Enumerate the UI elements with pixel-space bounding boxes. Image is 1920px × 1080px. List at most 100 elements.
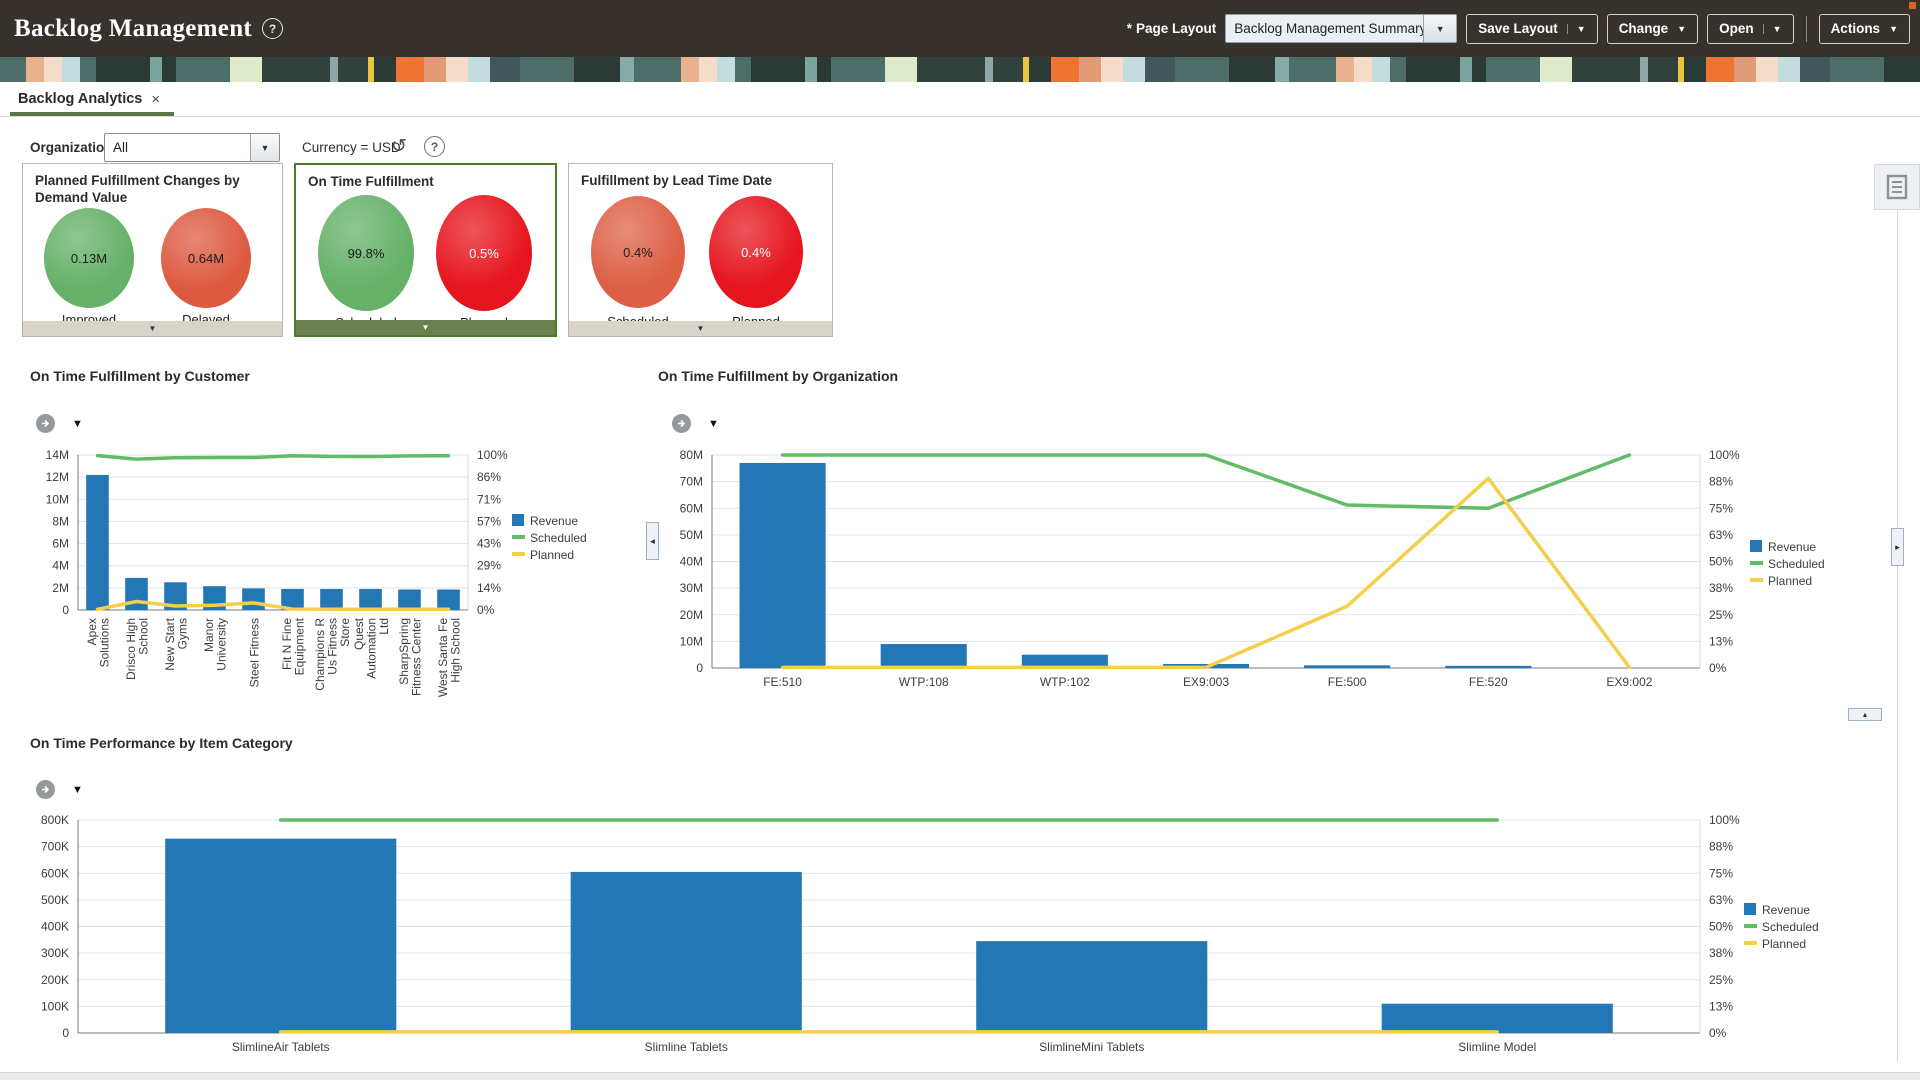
kpi-card-expander[interactable]: ▼ <box>569 321 832 336</box>
chevron-down-icon: ▼ <box>421 323 430 332</box>
svg-text:0%: 0% <box>477 603 495 617</box>
save-layout-caret-icon[interactable]: ▼ <box>1566 23 1586 34</box>
svg-text:0: 0 <box>62 603 69 617</box>
tab-bar: Backlog Analytics × <box>0 82 1920 117</box>
svg-text:Ltd: Ltd <box>377 618 391 635</box>
chart-menu-caret-icon[interactable]: ▼ <box>72 418 83 430</box>
panel-splitter-right-handle[interactable]: ▸ <box>1891 528 1904 566</box>
kpi-card-fulfillment-by-lead-time[interactable]: Fulfillment by Lead Time Date 0.4% 0.4% … <box>568 163 833 337</box>
kpi-card-expander[interactable]: ▼ <box>296 320 555 335</box>
svg-text:200K: 200K <box>41 973 69 987</box>
actions-button[interactable]: Actions ▼ <box>1818 13 1910 44</box>
organization-dropdown-button[interactable]: ▼ <box>250 134 279 161</box>
side-panel-tab[interactable] <box>1874 164 1920 210</box>
chart-tools-item-category: ▼ <box>36 780 83 799</box>
svg-text:700K: 700K <box>41 840 69 854</box>
currency-text: Currency = USD <box>302 140 401 155</box>
svg-text:FE:520: FE:520 <box>1469 675 1508 689</box>
chart-customer[interactable]: 14M 12M 10M 8M 6M 4M 2M 0 100% 86% 71% 57% 43% 29% 14%… <box>22 438 622 728</box>
kpi-circle-scheduled: 99.8% <box>318 195 414 311</box>
tab-backlog-analytics[interactable]: Backlog Analytics × <box>14 82 164 116</box>
svg-text:40M: 40M <box>680 555 703 569</box>
chart-title-item-category: On Time Performance by Item Category <box>30 735 293 751</box>
svg-text:63%: 63% <box>1709 528 1733 542</box>
svg-text:75%: 75% <box>1709 501 1733 515</box>
svg-text:30M: 30M <box>680 581 703 595</box>
actions-caret-icon: ▼ <box>1889 23 1898 34</box>
refresh-icon[interactable]: ↺ <box>391 137 407 156</box>
svg-text:4M: 4M <box>52 559 69 573</box>
svg-text:6M: 6M <box>52 537 69 551</box>
svg-text:Slimline Model: Slimline Model <box>1458 1040 1536 1054</box>
kpi-circle-planned: 0.4% <box>709 196 803 308</box>
organization-select[interactable]: All ▼ <box>104 133 280 162</box>
bottom-edge-strip <box>0 1072 1920 1080</box>
svg-text:25%: 25% <box>1709 973 1733 987</box>
tab-close-icon[interactable]: × <box>151 91 160 108</box>
svg-text:13%: 13% <box>1709 634 1733 648</box>
save-layout-button[interactable]: Save Layout ▼ <box>1466 13 1598 44</box>
svg-text:50M: 50M <box>680 528 703 542</box>
kpi-circle-scheduled: 0.4% <box>591 196 685 308</box>
page-layout-label: * Page Layout <box>1126 21 1217 36</box>
svg-text:100%: 100% <box>1709 813 1740 827</box>
svg-text:Scheduled: Scheduled <box>1762 920 1819 934</box>
header-divider <box>1805 15 1807 42</box>
svg-text:88%: 88% <box>1709 475 1733 489</box>
svg-text:FE:510: FE:510 <box>763 675 802 689</box>
svg-text:SlimlineAir Tablets: SlimlineAir Tablets <box>232 1040 330 1054</box>
svg-text:Scheduled: Scheduled <box>1768 557 1825 571</box>
document-icon <box>1886 174 1908 200</box>
page-layout-select[interactable]: Backlog Management Summary ▼ <box>1225 14 1458 43</box>
svg-text:Store: Store <box>338 618 352 647</box>
svg-text:2M: 2M <box>52 581 69 595</box>
svg-text:Fitness Center: Fitness Center <box>410 618 424 696</box>
chart-title-organization: On Time Fulfillment by Organization <box>658 368 899 384</box>
svg-text:50%: 50% <box>1709 920 1733 934</box>
open-button[interactable]: Open ▼ <box>1707 13 1794 44</box>
filters-help-icon[interactable]: ? <box>424 136 445 157</box>
svg-text:Steel Fitness: Steel Fitness <box>247 618 261 687</box>
kpi-circle-delayed: 0.64M <box>161 208 251 308</box>
svg-text:EX9:003: EX9:003 <box>1183 675 1229 689</box>
svg-text:100%: 100% <box>1709 448 1740 462</box>
chart-menu-caret-icon[interactable]: ▼ <box>72 784 83 796</box>
change-caret-icon: ▼ <box>1677 23 1687 34</box>
drill-arrow-icon[interactable] <box>36 414 55 433</box>
chart-splitter-left-handle[interactable]: ◂ <box>646 522 659 560</box>
svg-text:88%: 88% <box>1709 840 1733 854</box>
svg-text:75%: 75% <box>1709 866 1733 880</box>
svg-text:Revenue: Revenue <box>530 514 578 528</box>
open-caret-icon[interactable]: ▼ <box>1762 23 1782 34</box>
svg-text:0%: 0% <box>1709 1026 1727 1040</box>
drill-arrow-icon[interactable] <box>672 414 691 433</box>
kpi-circle-planned: 0.5% <box>436 195 532 311</box>
chevron-down-icon: ▼ <box>148 324 157 333</box>
svg-text:100%: 100% <box>477 448 508 462</box>
chart-menu-caret-icon[interactable]: ▼ <box>708 418 719 430</box>
svg-text:High School: High School <box>449 618 463 683</box>
chart-organization[interactable]: 80M 70M 60M 50M 40M 30M 20M 10M 0 100% 88% 75% 63% 50… <box>658 438 1858 728</box>
svg-text:400K: 400K <box>41 920 69 934</box>
svg-text:14%: 14% <box>477 581 501 595</box>
kpi-card-on-time-fulfillment[interactable]: On Time Fulfillment 99.8% 0.5% Scheduled… <box>294 163 557 337</box>
bottom-splitter-handle[interactable]: ▴ <box>1848 708 1882 721</box>
chart-item-category[interactable]: 800K 700K 600K 500K 400K 300K 200K 100K 0 100% 88%… <box>22 802 1882 1080</box>
svg-text:13%: 13% <box>1709 999 1733 1013</box>
drill-arrow-icon[interactable] <box>36 780 55 799</box>
svg-text:Revenue: Revenue <box>1762 903 1810 917</box>
chart-title-customer: On Time Fulfillment by Customer <box>30 368 250 384</box>
chevron-down-icon: ▼ <box>696 324 705 333</box>
svg-text:EX9:002: EX9:002 <box>1606 675 1652 689</box>
svg-text:29%: 29% <box>477 559 501 573</box>
svg-text:Gyms: Gyms <box>176 618 190 649</box>
kpi-card-planned-fulfillment-changes[interactable]: Planned Fulfillment Changes by Demand Va… <box>22 163 283 337</box>
kpi-card-expander[interactable]: ▼ <box>23 321 282 336</box>
page-layout-dropdown-button[interactable]: ▼ <box>1423 15 1457 42</box>
help-icon[interactable]: ? <box>262 18 284 39</box>
notification-dot <box>1909 2 1916 9</box>
svg-text:Planned: Planned <box>530 548 574 562</box>
svg-text:Revenue: Revenue <box>1768 540 1816 554</box>
svg-text:SlimlineMini Tablets: SlimlineMini Tablets <box>1039 1040 1144 1054</box>
change-button[interactable]: Change ▼ <box>1606 13 1699 44</box>
